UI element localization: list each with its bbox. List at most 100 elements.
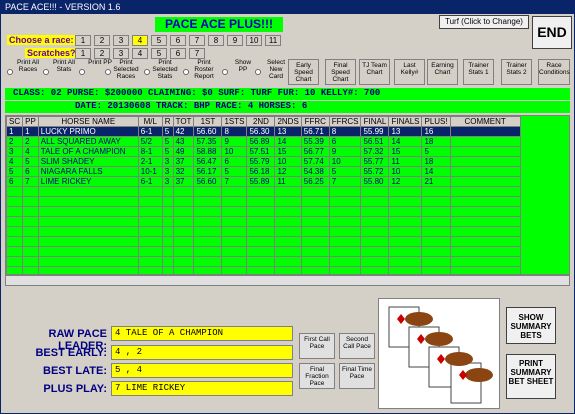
- column-header[interactable]: FFRC: [300, 116, 330, 127]
- chart-button-2[interactable]: TJ Team Chart: [359, 59, 390, 85]
- final-time-label: Final Time Pace: [342, 366, 372, 380]
- table-row[interactable]: 2 2 ALL SQUARED AWAY 5/2 5 43 57.35 9 56.89 14 55.…: [6, 136, 521, 147]
- empty-cell: [161, 206, 174, 217]
- option-0[interactable]: Print All Races: [7, 59, 41, 85]
- empty-cell: [421, 256, 451, 267]
- race-button-11[interactable]: 11: [265, 35, 281, 46]
- race-button-7[interactable]: 7: [189, 35, 205, 46]
- scratch-button-7[interactable]: 7: [189, 48, 205, 59]
- option-3[interactable]: Print Selected Races: [105, 59, 139, 85]
- column-header[interactable]: 2ND: [246, 116, 276, 127]
- raw-pace-leader-field[interactable]: 4 TALE OF A CHAMPION: [111, 326, 293, 341]
- column-header[interactable]: TOT: [172, 116, 195, 127]
- table-cell: 18: [421, 156, 451, 167]
- table-row[interactable]: 1 1 LUCKY PRIMO 6-1 5 42 56.60 8 56.30 13 56.71 8 55…: [6, 126, 521, 137]
- race-button-3[interactable]: 3: [113, 35, 129, 46]
- radio-indicator[interactable]: [43, 69, 49, 75]
- table-row[interactable]: 5 6 NIAGARA FALLS 10-1 3 32 56.17 5 56.18 12 54.38…: [6, 166, 521, 177]
- empty-cell: [328, 206, 362, 217]
- race-button-8[interactable]: 8: [208, 35, 224, 46]
- chart-button-3[interactable]: Last Kelly#: [394, 59, 425, 85]
- turf-toggle-button[interactable]: Turf (Click to Change): [439, 15, 529, 29]
- best-early-field[interactable]: 4 , 2: [111, 345, 293, 360]
- radio-indicator[interactable]: [79, 69, 85, 75]
- empty-cell: [246, 216, 276, 227]
- column-header[interactable]: FINAL: [360, 116, 390, 127]
- radio-indicator[interactable]: [183, 69, 189, 75]
- column-header[interactable]: 2NDS: [274, 116, 302, 127]
- end-button[interactable]: END: [532, 16, 572, 49]
- column-header[interactable]: FINALS: [388, 116, 423, 127]
- empty-cell: [274, 266, 302, 274]
- empty-cell: [22, 266, 39, 274]
- table-cell: 11: [388, 156, 423, 167]
- scratch-button-4[interactable]: 4: [132, 48, 148, 59]
- final-time-pace-option[interactable]: Final Time Pace: [339, 363, 375, 389]
- empty-cell: [161, 186, 174, 197]
- empty-cell: [449, 236, 521, 247]
- print-summary-bet-sheet-button[interactable]: PRINT SUMMARY BET SHEET: [506, 354, 556, 399]
- final-fraction-pace-option[interactable]: Final Fraction Pace: [299, 363, 335, 389]
- radio-indicator[interactable]: [144, 69, 150, 75]
- table-cell: [449, 176, 521, 187]
- race-button-2[interactable]: 2: [94, 35, 110, 46]
- main-window: PACE ACE!!! - VERSION 1.6 PACE ACE PLUS!…: [0, 0, 575, 414]
- option-4[interactable]: Print Selected Stats: [144, 59, 178, 85]
- best-late-field[interactable]: 5 , 4: [111, 363, 293, 378]
- table-cell: 14: [388, 136, 423, 147]
- column-header[interactable]: HORSE NAME: [37, 116, 139, 127]
- first-call-pace-option[interactable]: First Call Pace: [299, 333, 335, 359]
- column-header[interactable]: R: [161, 116, 174, 127]
- empty-cell: [37, 206, 139, 217]
- radio-indicator[interactable]: [7, 69, 13, 75]
- scratch-button-1[interactable]: 1: [75, 48, 91, 59]
- chart-button-0[interactable]: Early Speed Chart: [288, 59, 319, 85]
- column-header[interactable]: 1ST: [193, 116, 223, 127]
- option-label: Print All Stats: [52, 59, 76, 73]
- scratch-button-5[interactable]: 5: [151, 48, 167, 59]
- race-button-9[interactable]: 9: [227, 35, 243, 46]
- race-button-6[interactable]: 6: [170, 35, 186, 46]
- scratch-button-2[interactable]: 2: [94, 48, 110, 59]
- race-button-4[interactable]: 4: [132, 35, 148, 46]
- radio-indicator[interactable]: [222, 69, 228, 75]
- empty-cell: [22, 246, 39, 257]
- empty-cell: [172, 216, 195, 227]
- column-header[interactable]: COMMENT: [449, 116, 521, 127]
- empty-cell: [193, 206, 223, 217]
- column-header[interactable]: PP: [22, 116, 39, 127]
- option-1[interactable]: Print All Stats: [43, 59, 77, 85]
- table-cell: 5: [22, 156, 39, 167]
- race-button-1[interactable]: 1: [75, 35, 91, 46]
- scratch-button-3[interactable]: 3: [113, 48, 129, 59]
- option-5[interactable]: Print Roster Report: [183, 59, 217, 85]
- chart-button-1[interactable]: Final Speed Chart: [325, 59, 356, 85]
- empty-row: [6, 256, 521, 267]
- second-call-pace-option[interactable]: Second Call Pace: [339, 333, 375, 359]
- race-button-10[interactable]: 10: [246, 35, 262, 46]
- chart-button-7[interactable]: Race Conditions: [538, 59, 570, 85]
- plus-play-field[interactable]: 7 LIME RICKEY: [111, 381, 293, 396]
- column-header[interactable]: SC: [6, 116, 24, 127]
- column-header[interactable]: PLUS!: [421, 116, 451, 127]
- option-7[interactable]: Select New Card: [255, 59, 289, 85]
- table-row[interactable]: 6 7 LIME RICKEY 6-1 3 37 56.60 7 55.89 11 56.25 7 55…: [6, 176, 521, 187]
- table-cell: [449, 156, 521, 167]
- radio-indicator[interactable]: [105, 69, 111, 75]
- column-header[interactable]: M/L: [137, 116, 163, 127]
- empty-cell: [161, 246, 174, 257]
- empty-cell: [193, 236, 223, 247]
- chart-button-6[interactable]: Trainer Stats 2: [501, 59, 532, 85]
- column-header[interactable]: FFRCS: [328, 116, 362, 127]
- horizontal-scrollbar[interactable]: [5, 275, 570, 286]
- scratch-button-6[interactable]: 6: [170, 48, 186, 59]
- radio-indicator[interactable]: [255, 69, 261, 75]
- chart-button-4[interactable]: Earning Chart: [427, 59, 458, 85]
- table-row[interactable]: 4 5 SLIM SHADEY 2-1 3 37 56.47 6 55.79 10 57.74 10 5…: [6, 156, 521, 167]
- option-6[interactable]: Show PP: [222, 59, 256, 85]
- race-button-5[interactable]: 5: [151, 35, 167, 46]
- table-row[interactable]: 3 4 TALE OF A CHAMPION 8-1 5 49 58.88 10 57.51 15…: [6, 146, 521, 157]
- column-header[interactable]: 1STS: [221, 116, 248, 127]
- chart-button-5[interactable]: Trainer Stats 1: [463, 59, 494, 85]
- show-summary-bets-button[interactable]: SHOW SUMMARY BETS: [506, 307, 556, 344]
